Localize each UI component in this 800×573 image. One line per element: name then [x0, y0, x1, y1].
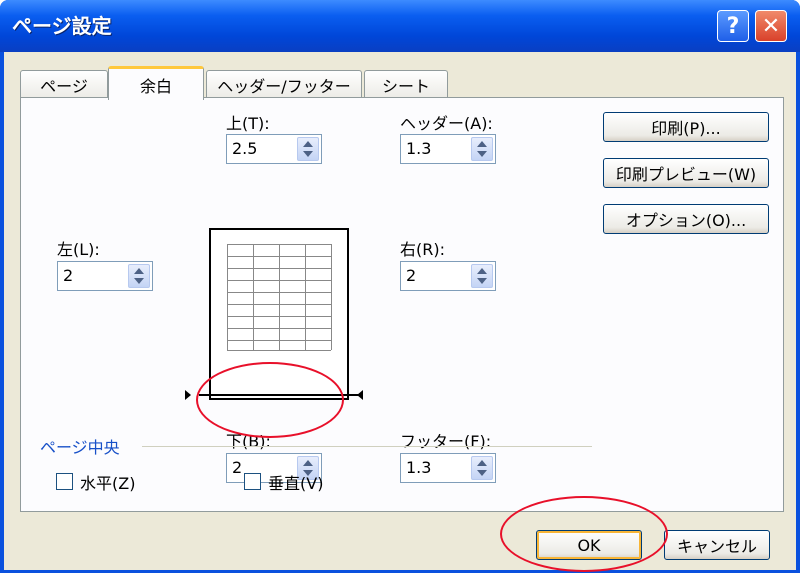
print-preview-button-label: 印刷プレビュー(W) [615, 165, 757, 184]
horizontal-checkbox[interactable] [56, 473, 73, 490]
print-button-label: 印刷(P)... [651, 119, 721, 138]
tab-label: ヘッダー/フッター [217, 76, 351, 96]
ok-button-highlight-ellipse [500, 496, 668, 572]
left-margin-spinner[interactable]: 2 [57, 261, 153, 291]
margins-panel: 上(T): 2.5 ヘッダー(A): 1.3 左(L): 2 右(R): 2 下… [20, 97, 784, 512]
header-margin-label: ヘッダー(A): [400, 114, 493, 133]
center-on-page-group-title: ページ中央 [40, 438, 120, 457]
header-margin-value: 1.3 [406, 139, 432, 158]
page-setup-dialog: ページ設定 ? ✕ ページ 余白 ヘッダー/フッター シート 上(T): 2.5… [0, 0, 800, 573]
top-margin-value: 2.5 [232, 139, 258, 158]
tab-header-footer[interactable]: ヘッダー/フッター [206, 70, 362, 98]
question-icon: ? [726, 13, 740, 39]
marker-right-arrow-icon [357, 390, 363, 400]
close-icon: ✕ [761, 13, 781, 39]
bottom-margin-value: 2 [232, 458, 243, 477]
vertical-checkbox-label: 垂直(V) [268, 474, 324, 493]
left-margin-value: 2 [63, 266, 74, 285]
close-button[interactable]: ✕ [755, 10, 787, 42]
tab-label: ページ [40, 76, 88, 96]
bottom-margin-highlight-ellipse [196, 362, 344, 438]
top-margin-label: 上(T): [226, 114, 270, 133]
tab-label: 余白 [139, 76, 172, 96]
right-margin-label: 右(R): [400, 240, 445, 259]
spin-arrows-icon[interactable] [471, 264, 493, 288]
dialog-body: ページ 余白 ヘッダー/フッター シート 上(T): 2.5 ヘッダー(A): … [4, 52, 796, 572]
options-button-label: オプション(O)... [625, 211, 747, 230]
cancel-button-label: キャンセル [676, 537, 757, 556]
footer-margin-value: 1.3 [406, 458, 432, 477]
horizontal-checkbox-label: 水平(Z) [80, 474, 136, 493]
tab-margins[interactable]: 余白 [108, 66, 204, 100]
group-divider [142, 446, 592, 447]
spin-arrows-icon[interactable] [471, 456, 493, 480]
print-button[interactable]: 印刷(P)... [603, 112, 769, 142]
marker-left-arrow-icon [185, 390, 191, 400]
dialog-title: ページ設定 [12, 14, 112, 38]
spin-arrows-icon[interactable] [128, 264, 150, 288]
tab-sheet[interactable]: シート [364, 70, 448, 98]
right-margin-spinner[interactable]: 2 [400, 261, 496, 291]
preview-grid [227, 244, 332, 351]
top-margin-spinner[interactable]: 2.5 [226, 134, 322, 164]
spin-arrows-icon[interactable] [471, 137, 493, 161]
print-preview-button[interactable]: 印刷プレビュー(W) [603, 158, 769, 188]
vertical-checkbox[interactable] [244, 473, 261, 490]
spin-arrows-icon[interactable] [297, 137, 319, 161]
help-button[interactable]: ? [717, 10, 749, 42]
title-bar[interactable]: ページ設定 ? ✕ [0, 0, 800, 52]
right-margin-value: 2 [406, 266, 417, 285]
footer-margin-spinner[interactable]: 1.3 [400, 453, 496, 483]
left-margin-label: 左(L): [57, 240, 100, 259]
footer-margin-label: フッター(F): [400, 432, 492, 451]
options-button[interactable]: オプション(O)... [603, 204, 769, 234]
tab-label: シート [381, 76, 430, 96]
cancel-button[interactable]: キャンセル [664, 530, 770, 560]
tab-page[interactable]: ページ [20, 70, 108, 98]
header-margin-spinner[interactable]: 1.3 [400, 134, 496, 164]
